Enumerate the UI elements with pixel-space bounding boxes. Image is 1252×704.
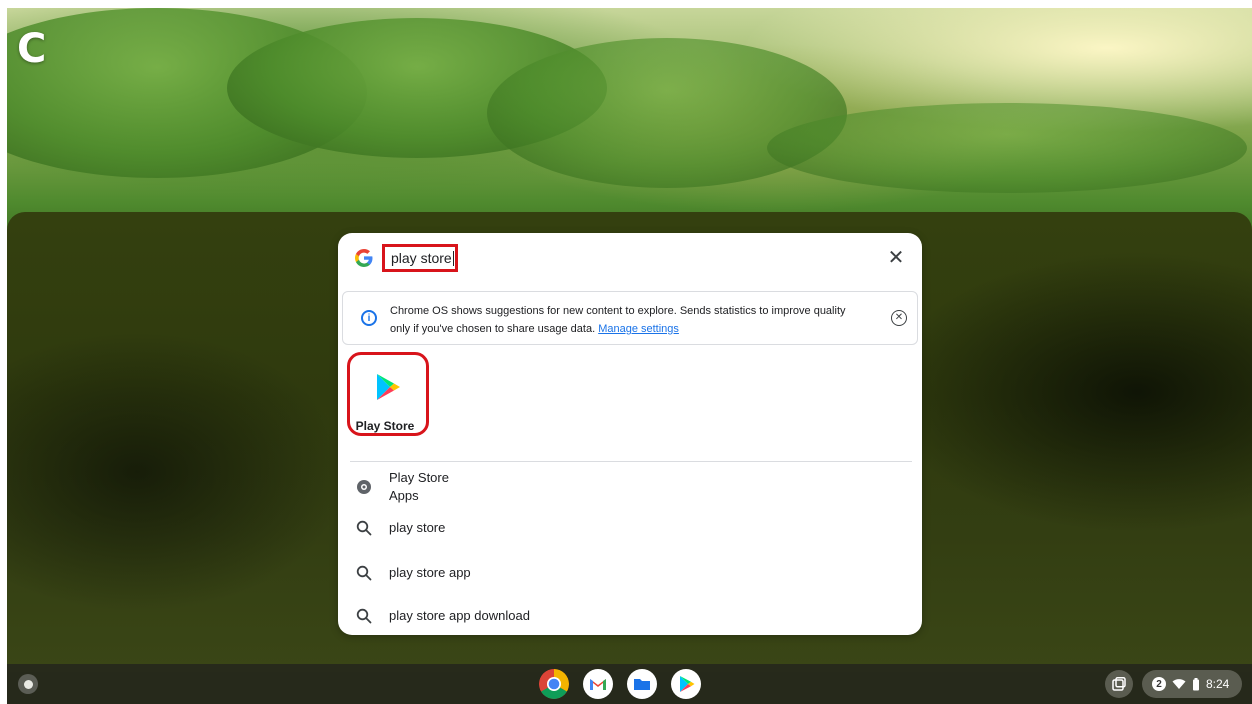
notice-line-2: only if you've chosen to share usage dat… xyxy=(390,323,596,335)
files-icon[interactable] xyxy=(627,669,657,699)
result-title: play store xyxy=(389,520,446,535)
corner-letter: C xyxy=(17,26,47,72)
result-title: play store app download xyxy=(389,608,530,623)
wallpaper-hill xyxy=(767,103,1247,193)
battery-icon xyxy=(1193,677,1199,690)
clock-time: 8:24 xyxy=(1206,677,1230,691)
manage-settings-link[interactable]: Manage settings xyxy=(598,323,679,335)
dismiss-notice-icon[interactable]: ✕ xyxy=(891,310,907,326)
settings-gear-icon xyxy=(357,480,371,494)
status-tray[interactable]: 2 8:24 xyxy=(1142,670,1242,698)
result-title: play store app xyxy=(389,565,471,580)
google-g-icon xyxy=(355,249,373,267)
privacy-notice: i Chrome OS shows suggestions for new co… xyxy=(342,291,918,345)
result-subtitle: Apps xyxy=(389,488,419,503)
shelf-app-icons xyxy=(539,669,701,699)
launcher-button[interactable] xyxy=(18,674,38,694)
search-query-text: play store xyxy=(391,250,452,266)
launcher-search-panel: play store ✕ i Chrome OS shows suggestio… xyxy=(338,233,922,635)
result-row-search[interactable]: play store xyxy=(338,516,922,540)
app-result-play-store[interactable]: Play Store xyxy=(347,352,429,436)
result-row-app[interactable]: Play Store Apps xyxy=(338,469,922,505)
search-input[interactable]: play store xyxy=(382,244,458,272)
notice-line-1: Chrome OS shows suggestions for new cont… xyxy=(390,305,846,317)
notification-count-badge: 2 xyxy=(1152,677,1166,691)
gmail-icon[interactable] xyxy=(583,669,613,699)
close-icon[interactable]: ✕ xyxy=(886,248,906,268)
results-divider xyxy=(350,461,912,462)
screenshot-tool-button[interactable] xyxy=(1105,670,1133,698)
launcher-dot-icon xyxy=(23,679,33,689)
result-row-search[interactable]: play store app download xyxy=(338,604,922,628)
shelf: 2 8:24 xyxy=(7,664,1252,704)
search-icon xyxy=(356,608,372,624)
info-icon: i xyxy=(361,310,377,326)
result-title: Play Store xyxy=(389,470,449,485)
app-result-label: Play Store xyxy=(355,419,415,433)
chrome-icon[interactable] xyxy=(539,669,569,699)
search-icon xyxy=(356,565,372,581)
play-store-icon xyxy=(377,374,400,400)
result-text: Play Store Apps xyxy=(389,469,449,505)
wifi-icon xyxy=(1172,679,1186,689)
text-caret xyxy=(452,250,454,266)
result-row-search[interactable]: play store app xyxy=(338,561,922,585)
privacy-notice-text: Chrome OS shows suggestions for new cont… xyxy=(390,302,860,338)
screenshot-icon xyxy=(1112,677,1126,691)
search-row: play store ✕ xyxy=(338,233,922,285)
play-store-icon[interactable] xyxy=(671,669,701,699)
search-icon xyxy=(356,520,372,536)
